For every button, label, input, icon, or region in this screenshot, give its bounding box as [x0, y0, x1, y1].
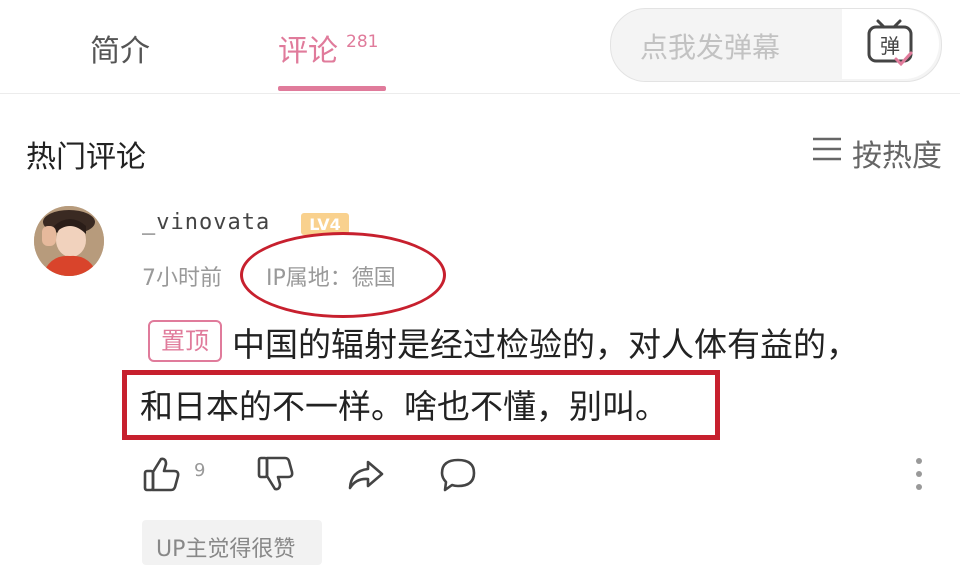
- tab-comments[interactable]: 评论: [278, 26, 338, 70]
- comment-time: 7小时前: [142, 266, 222, 291]
- danmaku-input[interactable]: 点我发弹幕: [640, 26, 780, 66]
- annotation-rectangle: [122, 370, 720, 440]
- thumbs-down-icon[interactable]: [256, 454, 296, 494]
- danmaku-button[interactable]: 弹: [842, 9, 939, 79]
- tab-intro[interactable]: 简介: [90, 26, 150, 70]
- like-count: 9: [194, 460, 206, 481]
- comment-username[interactable]: _vinovata: [142, 210, 270, 235]
- avatar-image: [34, 206, 104, 276]
- active-tab-indicator: [278, 86, 386, 91]
- avatar[interactable]: [34, 206, 104, 276]
- annotation-circle: [240, 232, 446, 318]
- comment-text-line1: 中国的辐射是经过检验的，对人体有益的，: [232, 325, 859, 364]
- comment-bubble-icon[interactable]: [438, 454, 478, 494]
- thumbs-up-icon[interactable]: [142, 454, 182, 494]
- danmaku-glyph: 弹: [880, 34, 900, 58]
- hot-comments-title: 热门评论: [26, 140, 146, 175]
- divider: [0, 93, 960, 94]
- up-liked-label: UP主觉得很赞: [156, 537, 296, 562]
- pinned-badge: 置顶: [148, 320, 222, 362]
- menu-lines-icon[interactable]: [812, 136, 842, 162]
- more-vertical-icon[interactable]: [912, 456, 926, 492]
- comments-count: 281: [346, 32, 379, 52]
- danmaku-tv-icon: 弹: [867, 19, 913, 67]
- share-arrow-icon[interactable]: [346, 454, 386, 494]
- sort-by-popularity[interactable]: 按热度: [852, 131, 942, 175]
